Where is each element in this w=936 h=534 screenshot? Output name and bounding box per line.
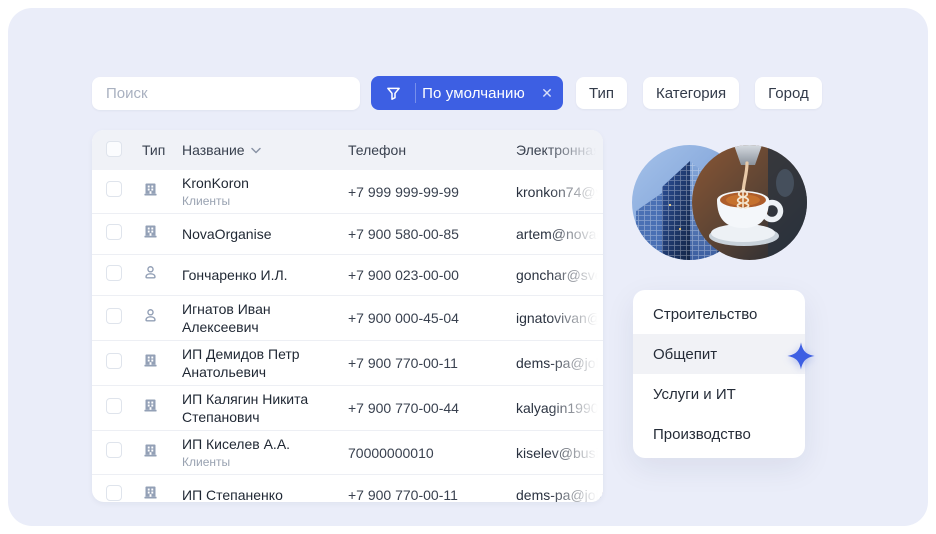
table-body: KronKoron Клиенты +7 999 999-99-99 kronk… xyxy=(92,170,603,502)
close-icon[interactable]: ✕ xyxy=(531,85,563,102)
row-phone: +7 900 580-00-85 xyxy=(348,226,516,242)
chip-label: По умолчанию xyxy=(416,85,531,102)
person-icon xyxy=(142,307,159,324)
row-name: Игнатов Иван Алексеевич xyxy=(182,300,340,336)
row-email: kiselev@busine xyxy=(516,431,603,474)
dropdown-item-1[interactable]: Общепит xyxy=(633,334,805,374)
row-name: ИП Киселев А.А. xyxy=(182,435,340,453)
table-row[interactable]: Гончаренко И.Л. +7 900 023-00-00 gonchar… xyxy=(92,254,603,295)
row-checkbox[interactable] xyxy=(106,398,122,414)
row-email: kalyagin1990@ xyxy=(516,386,603,430)
table-row[interactable]: Игнатов Иван Алексеевич +7 900 000-45-04… xyxy=(92,295,603,340)
table-row[interactable]: KronKoron Клиенты +7 999 999-99-99 kronk… xyxy=(92,170,603,213)
row-name: Гончаренко И.Л. xyxy=(182,266,340,284)
dropdown-item-3[interactable]: Производство xyxy=(633,414,805,454)
column-type: Тип xyxy=(142,142,182,158)
app-canvas: По умолчанию ✕ Тип Категория Город Тип Н… xyxy=(0,0,936,534)
filter-buttons: Тип Категория Город xyxy=(576,77,822,109)
row-name: ИП Демидов Петр Анатольевич xyxy=(182,345,340,381)
row-checkbox[interactable] xyxy=(106,308,122,324)
building-icon xyxy=(142,484,159,501)
row-name: ИП Калягин Никита Степанович xyxy=(182,390,340,426)
row-email: kronkon74@ya xyxy=(516,170,603,213)
table-row[interactable]: ИП Калягин Никита Степанович +7 900 770-… xyxy=(92,385,603,430)
row-name: NovaOrganise xyxy=(182,225,340,243)
chevron-down-icon[interactable] xyxy=(251,147,261,154)
filter-button-category[interactable]: Категория xyxy=(643,77,739,109)
row-checkbox[interactable] xyxy=(106,485,122,501)
row-phone: +7 900 770-00-44 xyxy=(348,400,516,416)
dropdown-item-label: Строительство xyxy=(653,306,757,323)
building-icon xyxy=(142,397,159,414)
dropdown-item-2[interactable]: Услуги и ИТ xyxy=(633,374,805,414)
table-row[interactable]: NovaOrganise +7 900 580-00-85 artem@nova… xyxy=(92,213,603,254)
dropdown-item-0[interactable]: Строительство xyxy=(633,294,805,334)
building-icon xyxy=(142,442,159,459)
person-icon xyxy=(142,264,159,281)
table-row[interactable]: ИП Степаненко +7 900 770-00-11 dems-pa@j… xyxy=(92,474,603,502)
row-checkbox[interactable] xyxy=(106,224,122,240)
column-email: Электронная почта xyxy=(516,130,603,170)
select-all-checkbox[interactable] xyxy=(106,141,122,157)
table-row[interactable]: ИП Киселев А.А. Клиенты 70000000010 kise… xyxy=(92,430,603,474)
row-subtitle: Клиенты xyxy=(182,454,340,470)
row-phone: +7 999 999-99-99 xyxy=(348,184,516,200)
building-icon xyxy=(142,352,159,369)
contacts-table: Тип Название Телефон Электронная почта xyxy=(92,130,603,502)
column-phone: Телефон xyxy=(348,142,516,158)
column-name[interactable]: Название xyxy=(182,142,348,158)
row-subtitle: Клиенты xyxy=(182,193,340,209)
search-input[interactable] xyxy=(92,77,360,110)
building-icon xyxy=(142,181,159,198)
row-phone: +7 900 000-45-04 xyxy=(348,310,516,326)
dropdown-item-label: Общепит xyxy=(653,346,717,363)
row-checkbox[interactable] xyxy=(106,353,122,369)
row-checkbox[interactable] xyxy=(106,265,122,281)
row-checkbox[interactable] xyxy=(106,442,122,458)
row-name: ИП Степаненко xyxy=(182,486,340,502)
row-phone: +7 900 770-00-11 xyxy=(348,487,516,502)
row-email: artem@novaorg xyxy=(516,214,603,254)
row-phone: +7 900 770-00-11 xyxy=(348,355,516,371)
row-checkbox[interactable] xyxy=(106,181,122,197)
row-name: KronKoron xyxy=(182,174,340,192)
dropdown-item-label: Производство xyxy=(653,426,751,443)
row-email: ignatovivan@m xyxy=(516,296,603,340)
table-row[interactable]: ИП Демидов Петр Анатольевич +7 900 770-0… xyxy=(92,340,603,385)
latte-coffee-photo xyxy=(692,145,807,260)
row-email: dems-pa@jollyv xyxy=(516,475,603,502)
dropdown-item-label: Услуги и ИТ xyxy=(653,386,736,403)
filter-button-city[interactable]: Город xyxy=(755,77,822,109)
row-phone: 70000000010 xyxy=(348,445,516,461)
row-email: dems-pa@jollyw xyxy=(516,341,603,385)
row-phone: +7 900 023-00-00 xyxy=(348,267,516,283)
row-email: gonchar@sverh xyxy=(516,255,603,295)
category-dropdown: Строительство Общепит Услуги и ИТ Произв… xyxy=(633,290,805,458)
funnel-icon[interactable] xyxy=(371,86,415,101)
table-header: Тип Название Телефон Электронная почта xyxy=(92,130,603,170)
building-icon xyxy=(142,223,159,240)
default-filter-chip[interactable]: По умолчанию ✕ xyxy=(371,76,563,110)
filter-button-type[interactable]: Тип xyxy=(576,77,627,109)
